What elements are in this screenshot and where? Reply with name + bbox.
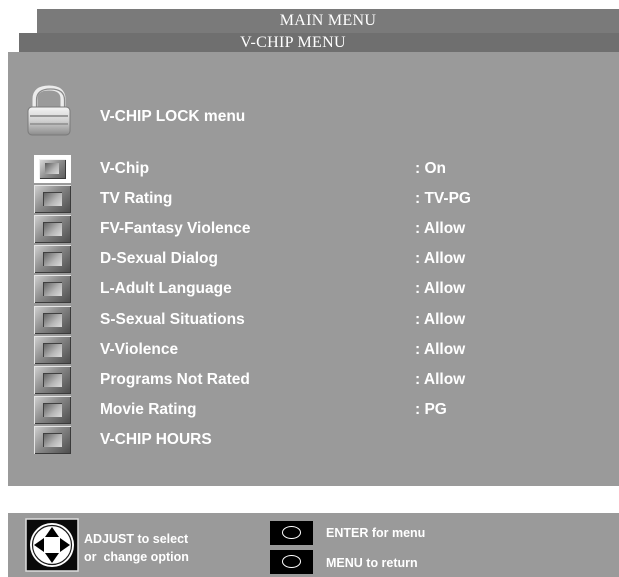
vchip-menu-tab[interactable]: V-CHIP MENU xyxy=(19,33,619,52)
menu-item-violence-value[interactable]: : Allow xyxy=(415,341,465,359)
menu-item-fantasy-violence-value[interactable]: : Allow xyxy=(415,220,465,238)
menu-item-programs-not-rated-value[interactable]: : Allow xyxy=(415,371,465,389)
dpad-icon xyxy=(25,518,79,572)
padlock-icon xyxy=(27,85,71,136)
menu-item-icon-vchip-hours[interactable] xyxy=(34,426,71,454)
menu-item-sexual-dialog[interactable]: D-Sexual Dialog xyxy=(100,250,218,268)
adjust-help-text: ADJUST to select or change option xyxy=(84,530,189,566)
enter-help-text: ENTER for menu xyxy=(326,526,426,540)
menu-item-movie-rating[interactable]: Movie Rating xyxy=(100,401,196,419)
menu-item-adult-language[interactable]: L-Adult Language xyxy=(100,280,232,298)
menu-item-sexual-situations-value[interactable]: : Allow xyxy=(415,311,465,329)
menu-item-icon-fantasy-violence[interactable] xyxy=(34,215,71,243)
menu-item-vchip-hours[interactable]: V-CHIP HOURS xyxy=(100,431,212,449)
menu-item-adult-language-value[interactable]: : Allow xyxy=(415,280,465,298)
menu-item-sexual-dialog-value[interactable]: : Allow xyxy=(415,250,465,268)
menu-button-icon xyxy=(270,550,313,574)
menu-item-icon-tv-rating[interactable] xyxy=(34,185,71,213)
menu-item-icon-sexual-situations[interactable] xyxy=(34,306,71,334)
menu-item-tv-rating-value[interactable]: : TV-PG xyxy=(415,190,471,208)
menu-item-icon-vchip[interactable] xyxy=(34,155,71,183)
menu-item-icon-movie-rating[interactable] xyxy=(34,396,71,424)
menu-item-vchip[interactable]: V-Chip xyxy=(100,160,149,178)
menu-help-text: MENU to return xyxy=(326,556,418,570)
vchip-menu-title: V-CHIP MENU xyxy=(240,34,346,51)
menu-item-fantasy-violence[interactable]: FV-Fantasy Violence xyxy=(100,220,250,238)
menu-item-icon-programs-not-rated[interactable] xyxy=(34,366,71,394)
vchip-lock-menu-title: V-CHIP LOCK menu xyxy=(100,108,246,125)
menu-item-violence[interactable]: V-Violence xyxy=(100,341,178,359)
main-menu-tab[interactable]: MAIN MENU xyxy=(37,9,619,33)
adjust-line-2: or change option xyxy=(84,550,189,564)
adjust-line-1: ADJUST to select xyxy=(84,532,189,546)
menu-item-vchip-value[interactable]: : On xyxy=(415,160,446,178)
menu-item-icon-violence[interactable] xyxy=(34,336,71,364)
menu-item-movie-rating-value[interactable]: : PG xyxy=(415,401,447,419)
enter-button-icon xyxy=(270,521,313,545)
menu-item-icon-sexual-dialog[interactable] xyxy=(34,245,71,273)
menu-item-programs-not-rated[interactable]: Programs Not Rated xyxy=(100,371,250,389)
menu-item-icon-adult-language[interactable] xyxy=(34,275,71,303)
menu-item-sexual-situations[interactable]: S-Sexual Situations xyxy=(100,311,245,329)
menu-item-tv-rating[interactable]: TV Rating xyxy=(100,190,172,208)
